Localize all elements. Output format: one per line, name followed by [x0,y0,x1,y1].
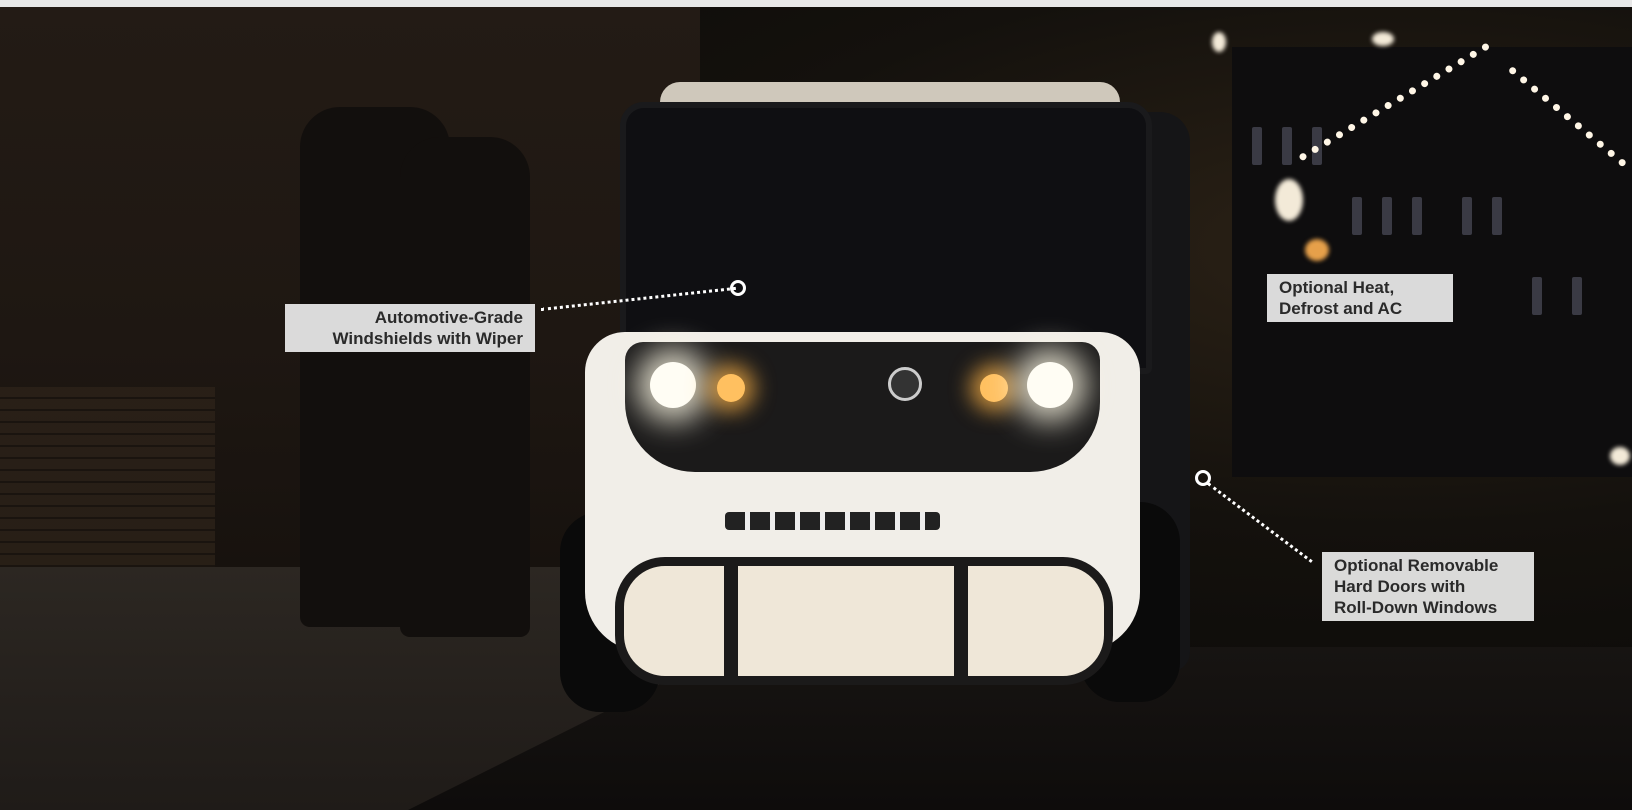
callout-line: Automotive-Grade [374,308,523,327]
brick-base [0,387,215,587]
window [1252,127,1262,165]
hero-photo [0,7,1632,810]
bumper-bar [954,566,968,676]
headlight-left [650,362,696,408]
callout-line: Windshields with Wiper [332,329,523,348]
street-lamp [1305,239,1329,261]
car-light [1610,447,1630,465]
callout-climate: Optional Heat, Defrost and AC [1267,274,1453,322]
window [1352,197,1362,235]
street-lamp [1275,179,1303,221]
background-building [1232,47,1632,477]
headlight-band [625,342,1100,472]
top-strip [0,0,1632,7]
amber-light-right [980,374,1008,402]
pedestrian [400,137,530,637]
grille [725,512,940,530]
amber-light-left [717,374,745,402]
window [1462,197,1472,235]
vehicle [560,82,1195,722]
headlight-right [1027,362,1073,408]
callout-line: Optional Heat, [1279,278,1395,297]
window [1412,197,1422,235]
street-lamp [1372,32,1394,46]
callout-doors: Optional Removable Hard Doors with Roll-… [1322,552,1534,621]
vehicle-front [585,332,1140,685]
brand-logo [888,367,922,401]
callout-marker-icon [730,280,746,296]
window [1382,197,1392,235]
callout-line: Defrost and AC [1279,299,1403,318]
window [1492,197,1502,235]
callout-line: Optional Removable [1334,556,1499,575]
bumper-guard [615,557,1113,685]
callout-line: Hard Doors with [1334,577,1466,596]
window [1282,127,1292,165]
street-lamp [1212,32,1226,52]
callout-windshield: Automotive-Grade Windshields with Wiper [285,304,535,352]
window [1532,277,1542,315]
bumper-bar [724,566,738,676]
callout-line: Roll-Down Windows [1334,598,1498,617]
window [1572,277,1582,315]
